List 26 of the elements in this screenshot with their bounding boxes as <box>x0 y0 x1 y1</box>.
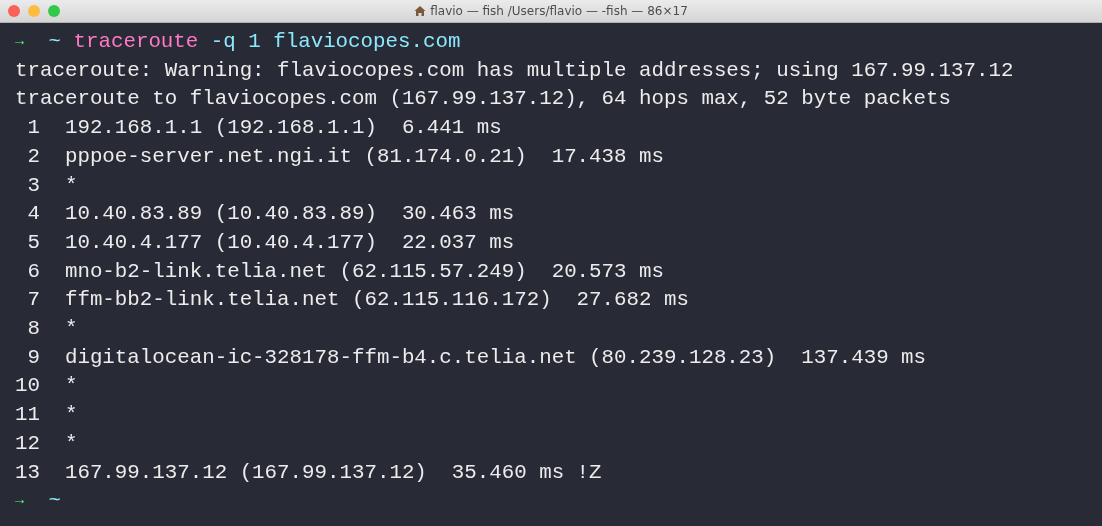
command-name: traceroute <box>73 29 199 55</box>
output-line: 9 digitalocean-ic-328178-ffm-b4.c.telia.net (80.239.128.23) 137.439 ms <box>26 344 928 371</box>
output-line: 7 ffm-bb2-link.telia.net (62.115.116.172) 27.682 ms <box>26 287 690 314</box>
close-button[interactable] <box>8 5 20 17</box>
output-line: traceroute: Warning: flaviocopes.com has multiple addresses; using 167.99.137.12 <box>15 57 1015 84</box>
zoom-button[interactable] <box>48 5 60 17</box>
output-line: 8 * <box>26 316 79 343</box>
prompt-directory: ~ <box>48 29 61 55</box>
output-line: 3 * <box>26 172 79 199</box>
minimize-button[interactable] <box>28 5 40 17</box>
output-line: traceroute to flaviocopes.com (167.99.137.12), 64 hops max, 52 byte packets <box>15 86 952 113</box>
output-line: 4 10.40.83.89 (10.40.83.89) 30.463 ms <box>26 201 516 228</box>
output-line: 11 * <box>15 402 79 429</box>
output-line: 1 192.168.1.1 (192.168.1.1) 6.441 ms <box>26 115 503 142</box>
window-title: flavio — fish /Users/flavio — -fish — 86×17 <box>430 4 688 18</box>
output-line: 2 pppoe-server.net.ngi.it (81.174.0.21) 17.438 ms <box>26 143 665 170</box>
output-line: 10 * <box>15 373 79 400</box>
prompt-arrow: → <box>15 32 24 52</box>
output-line: 6 mno-b2-link.telia.net (62.115.57.249) 20.573 ms <box>26 258 665 285</box>
prompt-arrow: → <box>15 491 24 512</box>
command-arguments: -q 1 flaviocopes.com <box>210 29 461 55</box>
prompt-directory: ~ <box>48 488 61 515</box>
house-icon <box>414 5 427 17</box>
output-line: 13 167.99.137.12 (167.99.137.12) 35.460 ms !Z <box>15 459 603 486</box>
output-line: 12 * <box>15 430 79 457</box>
output-line: 5 10.40.4.177 (10.40.4.177) 22.037 ms <box>26 229 516 256</box>
